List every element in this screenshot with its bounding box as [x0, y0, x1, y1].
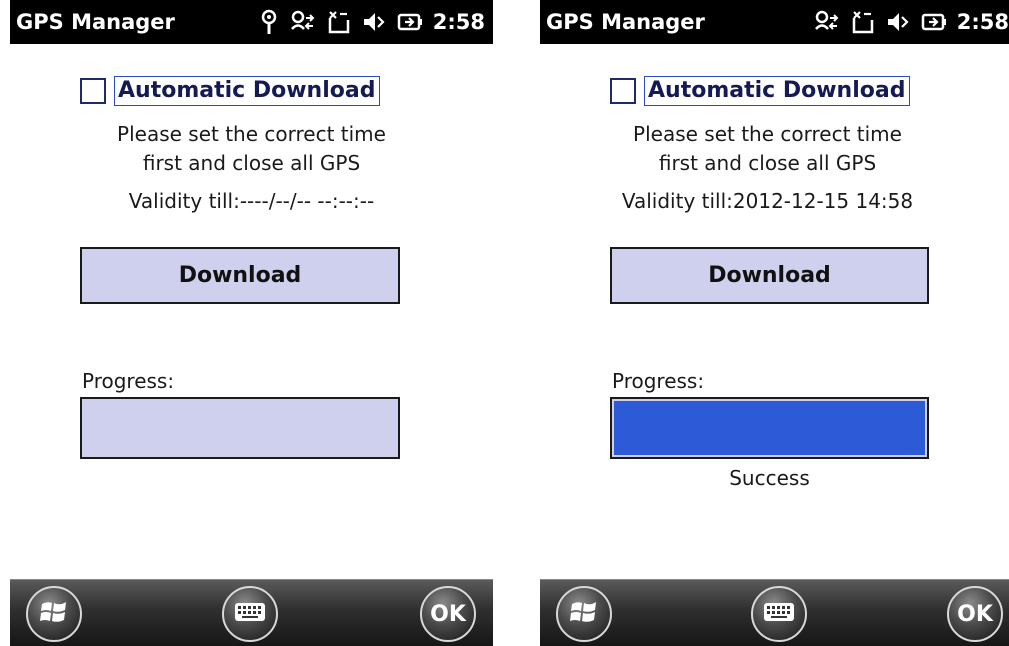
windows-flag-icon [39, 598, 69, 630]
ok-label: OK [957, 601, 993, 627]
taskbar: OK [10, 579, 493, 646]
taskbar: OK [540, 579, 1009, 646]
keyboard-button[interactable] [222, 586, 278, 642]
instruction-line-1: Please set the correct time [117, 122, 386, 146]
ok-button[interactable]: OK [420, 586, 476, 642]
status-icons: 2:58 [813, 8, 1009, 36]
validity-text: Validity till:2012-12-15 14:58 [621, 189, 914, 213]
message-icon[interactable] [851, 9, 875, 35]
keyboard-button[interactable] [751, 586, 807, 642]
download-button[interactable]: Download [610, 247, 929, 304]
windows-flag-icon [569, 598, 599, 630]
keyboard-icon [234, 601, 266, 627]
battery-icon[interactable] [397, 9, 423, 35]
antenna-icon[interactable] [259, 9, 279, 35]
automatic-download-checkbox[interactable] [610, 78, 636, 104]
title-bar: GPS Manager 2:58 [10, 0, 493, 44]
automatic-download-label[interactable]: Automatic Download [644, 76, 911, 106]
screen-after-download: GPS Manager 2:58 Automatic Download Plea… [540, 0, 1009, 646]
main-content: Automatic Download Please set the correc… [540, 44, 1009, 580]
progress-bar [610, 397, 929, 459]
clock[interactable]: 2:58 [433, 10, 485, 34]
speaker-icon[interactable] [885, 9, 911, 35]
sync-icon[interactable] [289, 9, 317, 35]
main-content: Automatic Download Please set the correc… [10, 44, 493, 580]
automatic-download-option[interactable]: Automatic Download [80, 74, 381, 108]
start-button[interactable] [26, 586, 82, 642]
start-button[interactable] [556, 586, 612, 642]
ok-label: OK [430, 601, 466, 627]
ok-button[interactable]: OK [947, 586, 1003, 642]
battery-icon[interactable] [921, 9, 947, 35]
automatic-download-checkbox[interactable] [80, 78, 106, 104]
progress-label: Progress: [612, 369, 705, 393]
progress-label: Progress: [82, 369, 175, 393]
clock[interactable]: 2:58 [957, 10, 1009, 34]
screen-before-download: GPS Manager 2:58 Automatic Download Plea… [10, 0, 493, 646]
app-title: GPS Manager [16, 10, 175, 34]
validity-text: Validity till:----/--/-- --:--:-- [128, 189, 375, 213]
progress-status: Success [729, 466, 810, 490]
keyboard-icon [763, 601, 795, 627]
instruction-line-2: first and close all GPS [142, 151, 361, 175]
instruction-line-2: first and close all GPS [658, 151, 877, 175]
message-icon[interactable] [327, 9, 351, 35]
app-title: GPS Manager [546, 10, 705, 34]
download-button[interactable]: Download [80, 247, 400, 304]
automatic-download-label[interactable]: Automatic Download [114, 76, 381, 106]
title-bar: GPS Manager 2:58 [540, 0, 1009, 44]
speaker-icon[interactable] [361, 9, 387, 35]
instruction-line-1: Please set the correct time [633, 122, 902, 146]
sync-icon[interactable] [813, 9, 841, 35]
status-icons: 2:58 [259, 8, 485, 36]
progress-fill [614, 401, 925, 455]
automatic-download-option[interactable]: Automatic Download [610, 74, 911, 108]
progress-bar [80, 397, 400, 459]
